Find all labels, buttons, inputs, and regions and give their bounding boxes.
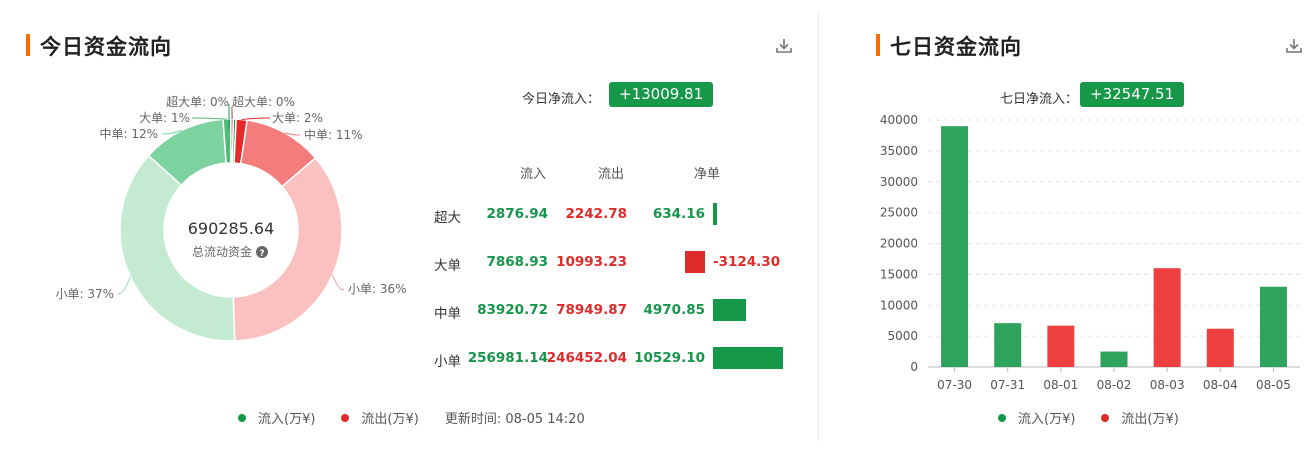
download-icon[interactable] — [774, 36, 794, 56]
donut-label-top: 超大单: 0% — [166, 94, 229, 109]
y-tick-5: 25000 — [880, 206, 918, 220]
donut-center-label: 总流动资金 — [192, 244, 252, 259]
legend-inflow-dot — [238, 413, 246, 422]
today-legend: 流入(万¥) 流出(万¥) 更新时间: 08-05 14:20 — [238, 408, 585, 427]
legend-outflow-label: 流出(万¥) — [361, 412, 419, 427]
donut-label-2: 中单: 11% — [304, 127, 363, 142]
donut-chart: 大单: 2% 中单: 11% 小单: 36% 小单: 37% 中单: 12%大单: 1%… — [55, 94, 407, 342]
legend-inflow[interactable]: 流入(万¥) — [238, 408, 315, 427]
donut-label-1: 大单: 2% — [272, 111, 323, 125]
seven-day-bar-chart: 0 5000 10000 15000 20000 25000 30000 35000 40000… — [880, 113, 1300, 392]
donut-label-6: 大单: 1% — [139, 111, 190, 125]
row-inflow-3: 256981.14 — [467, 350, 548, 366]
donut-leader-6 — [191, 117, 228, 120]
title-accent-bar — [26, 34, 30, 56]
x-tick-2: 08-01 — [1043, 378, 1078, 392]
row-outflow-0: 2242.78 — [565, 206, 628, 222]
help-icon[interactable]: ? — [256, 246, 268, 259]
legend-inflow-dot-2 — [998, 413, 1006, 422]
bar-07-31[interactable] — [994, 323, 1022, 367]
legend-inflow-label: 流入(万¥) — [258, 412, 316, 427]
x-tick-5: 08-04 — [1203, 378, 1238, 392]
bar-08-01[interactable] — [1047, 325, 1075, 367]
y-tick-3: 15000 — [880, 267, 918, 281]
donut-leader-1 — [241, 117, 271, 121]
net-bar-3 — [713, 347, 783, 369]
seven-day-title: 七日资金流向 — [890, 35, 1022, 59]
row-outflow-3: 246452.04 — [546, 350, 627, 366]
download-icon-2[interactable] — [1284, 36, 1304, 56]
legend-inflow-label-2: 流入(万¥) — [1018, 412, 1076, 427]
x-tick-0: 07-30 — [937, 378, 972, 392]
legend-outflow-dot-2 — [1101, 413, 1110, 422]
donut-leader-3 — [332, 274, 345, 291]
donut-label-3: 小单: 36% — [348, 282, 407, 296]
legend-outflow-dot — [341, 413, 350, 422]
net-bar-0 — [713, 203, 718, 225]
y-tick-7: 35000 — [880, 144, 918, 158]
row-label-2: 中单 — [434, 306, 461, 322]
row-label-0: 超大 — [434, 210, 461, 226]
row-inflow-2: 83920.72 — [477, 302, 548, 318]
today-net-inflow-label: 今日净流入： — [522, 92, 601, 107]
col-header-net: 净单 — [694, 167, 721, 182]
row-net-0: 634.16 — [652, 206, 705, 222]
legend-outflow-label-2: 流出(万¥) — [1121, 412, 1179, 427]
row-net-1: -3124.30 — [713, 254, 781, 270]
today-net-inflow-badge: +13009.81 — [609, 82, 714, 107]
bar-07-30[interactable] — [941, 126, 969, 367]
seven-day-flow-panel: 七日资金流向 七日净流入： +32547.51 0 5000 10000 15000 2… — [848, 0, 1310, 462]
row-net-2: 4970.85 — [643, 302, 706, 318]
row-inflow-1: 7868.93 — [486, 254, 549, 270]
x-tick-1: 07-31 — [990, 378, 1025, 392]
legend-outflow[interactable]: 流出(万¥) — [341, 408, 419, 427]
row-label-1: 大单 — [434, 258, 461, 274]
donut-slice-7[interactable] — [230, 118, 234, 164]
y-tick-6: 30000 — [880, 175, 918, 189]
donut-leader-4 — [117, 276, 131, 295]
legend-outflow-2[interactable]: 流出(万¥) — [1101, 408, 1179, 427]
col-header-outflow: 流出 — [598, 167, 625, 182]
row-label-3: 小单 — [434, 354, 461, 370]
svg-text:?: ? — [259, 249, 264, 259]
panel-divider — [818, 12, 819, 442]
donut-label-5: 中单: 12% — [99, 126, 158, 141]
title-accent-bar-2 — [876, 34, 880, 56]
x-tick-3: 08-02 — [1097, 378, 1132, 392]
donut-center-value: 690285.64 — [188, 219, 275, 238]
y-tick-4: 20000 — [880, 237, 918, 251]
donut-label-7: 超大单: 0% — [232, 94, 295, 109]
bar-08-05[interactable] — [1259, 286, 1287, 367]
y-tick-1: 5000 — [887, 329, 918, 343]
today-flow-panel: 今日资金流向 大单: 2% 中单: 11% 小单: 36% 小单: 37% 中单: 12… — [0, 0, 818, 462]
x-tick-6: 08-05 — [1256, 378, 1291, 392]
y-tick-2: 10000 — [880, 298, 918, 312]
donut-label-4: 小单: 37% — [55, 287, 114, 301]
bar-08-02[interactable] — [1100, 351, 1128, 367]
bar-08-04[interactable] — [1206, 328, 1234, 367]
row-outflow-2: 78949.87 — [556, 302, 627, 318]
seven-day-legend: 流入(万¥) 流出(万¥) — [998, 408, 1205, 427]
y-tick-8: 40000 — [880, 113, 918, 127]
legend-inflow-2[interactable]: 流入(万¥) — [998, 408, 1075, 427]
bar-08-03[interactable] — [1153, 268, 1181, 367]
net-bar-2 — [713, 299, 747, 321]
row-inflow-0: 2876.94 — [486, 206, 549, 222]
today-title: 今日资金流向 — [40, 35, 172, 59]
update-time: 更新时间: 08-05 14:20 — [444, 412, 585, 427]
y-tick-0: 0 — [910, 360, 918, 374]
row-net-3: 10529.10 — [634, 350, 705, 366]
x-tick-4: 08-03 — [1150, 378, 1185, 392]
net-bar-1 — [685, 251, 705, 273]
row-outflow-1: 10993.23 — [556, 254, 627, 270]
col-header-inflow: 流入 — [520, 167, 547, 182]
